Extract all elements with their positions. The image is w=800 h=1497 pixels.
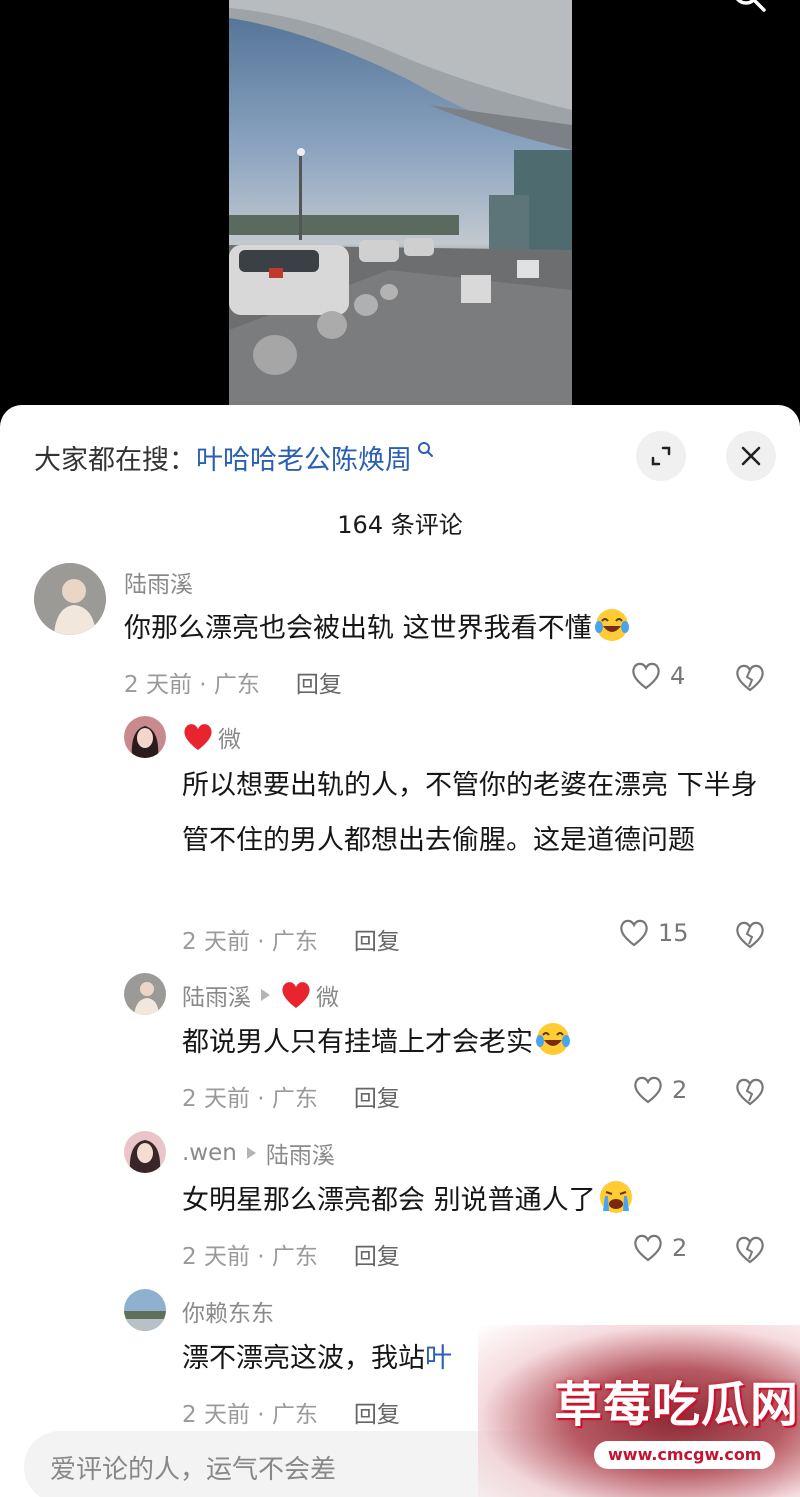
comment-author[interactable]: 陆雨溪 <box>124 565 193 599</box>
trending-label: 大家都在搜： <box>34 444 196 476</box>
comment-text-content: 都说男人只有挂墙上才会老实 <box>182 1027 533 1058</box>
expand-button[interactable] <box>636 431 686 481</box>
heart-outline-icon <box>620 919 648 947</box>
avatar[interactable] <box>124 1131 166 1173</box>
expand-icon <box>651 446 671 466</box>
heart-outline-icon <box>634 1076 662 1104</box>
comment-author-row[interactable]: 微 <box>182 720 241 754</box>
reply-arrow-icon <box>246 1147 256 1159</box>
laughing-tears-emoji <box>594 609 629 641</box>
red-heart-icon <box>184 724 212 750</box>
like-count: 2 <box>672 1234 688 1262</box>
watermark: 草莓吃瓜网 www.cmcgw.com <box>478 1325 800 1497</box>
reply-button[interactable]: 回复 <box>354 1395 400 1429</box>
comment-meta: 2 天前 · 广东 回复 <box>182 1237 400 1271</box>
heart-outline-icon <box>632 662 660 690</box>
avatar[interactable] <box>124 716 166 758</box>
comment-meta: 2 天前 · 广东 回复 <box>182 922 400 956</box>
reply-button[interactable]: 回复 <box>296 665 342 699</box>
comment-text-content: 女明星那么漂亮都会 别说普通人了 <box>182 1185 596 1216</box>
like-count: 15 <box>658 919 689 947</box>
video-player[interactable] <box>0 0 800 420</box>
trending-query-link[interactable]: 叶哈哈老公陈焕周 <box>196 438 412 477</box>
comment-time-location: 2 天前 · 广东 <box>124 672 260 698</box>
comment-author-row[interactable]: 陆雨溪 微 <box>182 978 339 1012</box>
reply-button[interactable]: 回复 <box>354 922 400 956</box>
broken-heart-icon[interactable] <box>734 920 766 950</box>
comment-meta: 2 天前 · 广东 回复 <box>182 1079 400 1113</box>
broken-heart-icon[interactable] <box>734 1235 766 1265</box>
comment-text: 女明星那么漂亮都会 别说普通人了 <box>182 1173 772 1228</box>
comment-meta: 2 天前 · 广东 回复 <box>182 1395 400 1429</box>
reply-button[interactable]: 回复 <box>354 1237 400 1271</box>
comment-text-content: 漂不漂亮这波，我站 <box>182 1343 425 1374</box>
search-icon <box>418 442 433 457</box>
laughing-tears-emoji <box>536 1023 570 1055</box>
reply-to-author: 微 <box>316 985 339 1011</box>
comment-author-row[interactable]: .wen 陆雨溪 <box>182 1136 335 1170</box>
comment-text: 所以想要出轨的人，不管你的老婆在漂亮 下半身管不住的男人都想出去偷腥。这是道德问… <box>182 770 758 856</box>
video-frame <box>229 0 572 420</box>
heart-outline-icon <box>634 1234 662 1262</box>
comment-text: 你那么漂亮也会被出轨 这世界我看不懂 <box>124 601 744 656</box>
comment-author: 微 <box>218 727 241 753</box>
reply-button[interactable]: 回复 <box>354 1079 400 1113</box>
search-icon[interactable] <box>730 0 770 16</box>
like-button[interactable]: 2 <box>632 1075 687 1105</box>
close-icon <box>741 446 761 466</box>
comment-time-location: 2 天前 · 广东 <box>182 1244 318 1270</box>
comment-meta: 2 天前 · 广东 回复 <box>124 665 342 699</box>
red-heart-icon <box>282 982 310 1008</box>
close-button[interactable] <box>726 431 776 481</box>
trending-search-row[interactable]: 大家都在搜： 叶哈哈老公陈焕周 <box>34 437 436 477</box>
broken-heart-icon[interactable] <box>734 663 766 693</box>
comment-input-placeholder: 爱评论的人，运气不会差 <box>50 1455 337 1485</box>
avatar[interactable] <box>34 563 106 635</box>
reply-arrow-icon <box>261 989 270 1001</box>
comment-time-location: 2 天前 · 广东 <box>182 1402 318 1428</box>
comment-author: .wen <box>182 1140 237 1166</box>
like-button[interactable]: 2 <box>632 1233 687 1263</box>
comment-text-content: 你那么漂亮也会被出轨 这世界我看不懂 <box>124 613 592 644</box>
like-count: 2 <box>672 1076 688 1104</box>
like-count: 4 <box>670 662 686 690</box>
reply-to-author: 陆雨溪 <box>265 1143 335 1169</box>
avatar[interactable] <box>124 973 166 1015</box>
comment-text-link[interactable]: 叶 <box>425 1343 452 1374</box>
like-button[interactable]: 4 <box>630 661 685 691</box>
crying-emoji <box>599 1181 632 1213</box>
watermark-title: 草莓吃瓜网 <box>554 1377 800 1433</box>
comment-count-title: 164 条评论 <box>337 511 463 539</box>
like-button[interactable]: 15 <box>618 918 689 948</box>
comment-time-location: 2 天前 · 广东 <box>182 929 318 955</box>
comment-author: 陆雨溪 <box>182 985 251 1011</box>
comment-text: 都说男人只有挂墙上才会老实 <box>182 1015 772 1070</box>
watermark-url: www.cmcgw.com <box>594 1441 776 1469</box>
avatar[interactable] <box>124 1289 166 1331</box>
comment-time-location: 2 天前 · 广东 <box>182 1086 318 1112</box>
airport-scene-image <box>229 0 572 420</box>
comment-author[interactable]: 你赖东东 <box>182 1294 274 1328</box>
broken-heart-icon[interactable] <box>734 1077 766 1107</box>
